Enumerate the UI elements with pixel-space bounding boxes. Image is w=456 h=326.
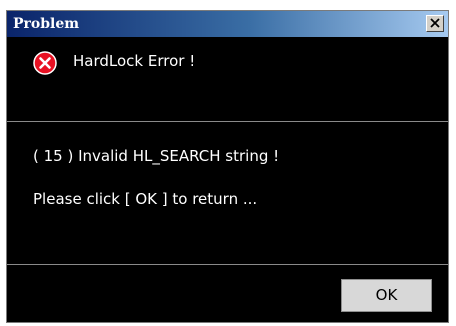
instruction-message: Please click [ OK ] to return ... (33, 190, 258, 208)
error-icon (33, 51, 57, 75)
error-heading: HardLock Error ! (73, 52, 196, 70)
error-dialog: Problem HardLock Error ! ( 15 ) Invalid … (6, 10, 449, 323)
title-bar[interactable]: Problem (7, 11, 448, 37)
window-title: Problem (13, 16, 80, 32)
error-message: ( 15 ) Invalid HL_SEARCH string ! (33, 147, 280, 165)
close-icon (430, 18, 440, 28)
header-section (7, 37, 448, 122)
footer-divider (7, 264, 448, 265)
ok-button[interactable]: OK (341, 279, 432, 312)
close-button[interactable] (426, 15, 444, 32)
